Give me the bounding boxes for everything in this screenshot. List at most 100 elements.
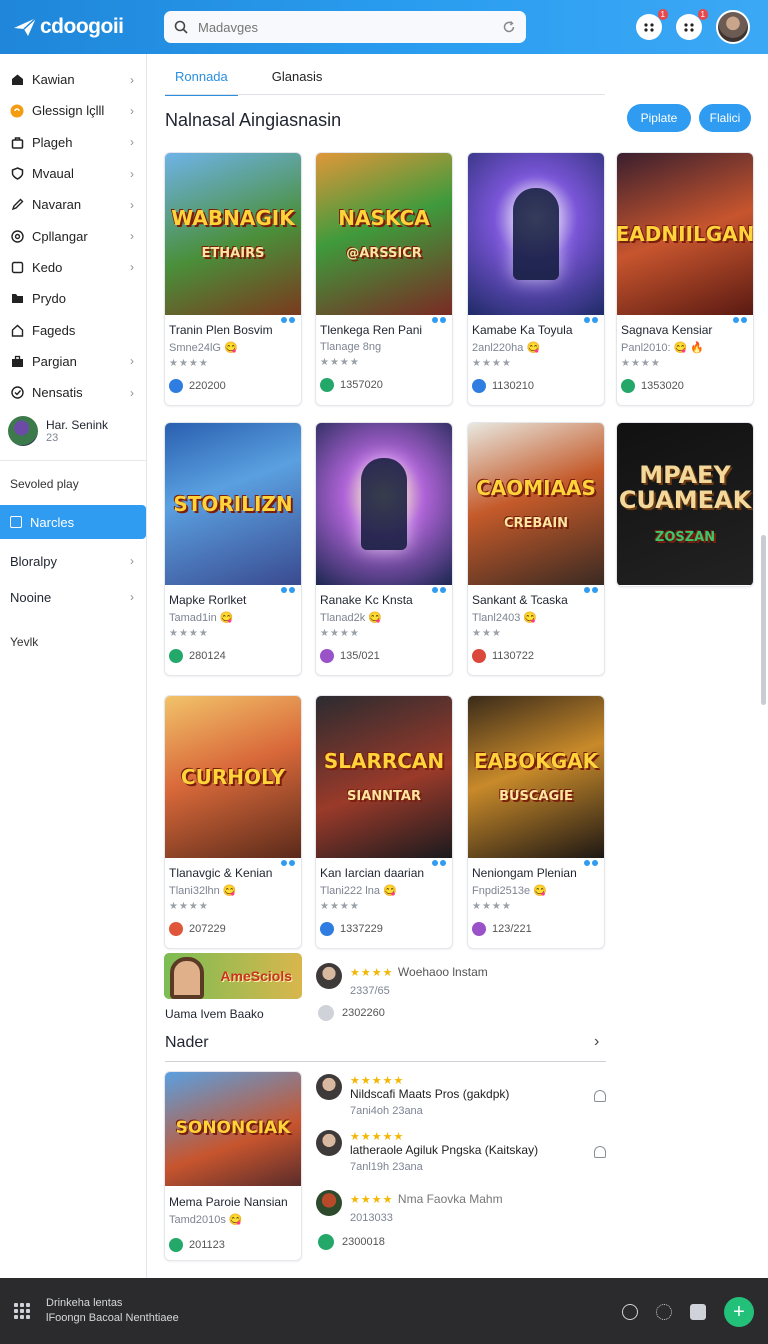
review-count: 2300018 bbox=[318, 1234, 385, 1250]
game-footer: 207229 bbox=[165, 912, 301, 944]
sidebar-item-kedo[interactable]: Kedo › bbox=[0, 252, 146, 283]
clock-icon[interactable] bbox=[622, 1304, 638, 1320]
bell-icon[interactable] bbox=[594, 1090, 606, 1102]
bell-icon[interactable] bbox=[594, 1146, 606, 1158]
sidebar-item-nensatis[interactable]: Nensatis › bbox=[0, 377, 146, 408]
game-art-title: NASKCA bbox=[338, 205, 430, 230]
review-item[interactable]: ★★★★★ latheraole Agiluk Pngska (Kaitskay… bbox=[316, 1130, 538, 1173]
sidebar-item-label: Cpllangar bbox=[32, 228, 88, 244]
sidebar-item-navaran[interactable]: Navaran › bbox=[0, 189, 146, 220]
review-count: 2302260 bbox=[318, 1005, 385, 1021]
messages-button[interactable]: 1 bbox=[676, 9, 708, 40]
sidebar: Kawian › Glessign lçlll › Plageh › Mvaua… bbox=[0, 54, 147, 1278]
game-subtitle: 2anl220ha 😋 bbox=[472, 342, 541, 354]
reviewer-avatar bbox=[316, 1190, 342, 1216]
rating-stars: ★★★★ bbox=[621, 358, 661, 369]
sidebar-item-mvaual[interactable]: Mvaual › bbox=[0, 158, 146, 189]
app-logo[interactable]: cdoogoii bbox=[12, 15, 162, 39]
rating-stars: ★★★★ bbox=[350, 1194, 394, 1206]
chat-icon bbox=[684, 23, 694, 32]
sidebar-item-bloralpy[interactable]: Bloralpy › bbox=[0, 543, 146, 579]
add-button[interactable]: + bbox=[724, 1297, 754, 1327]
messages-badge: 1 bbox=[697, 9, 708, 20]
game-card[interactable]: CURHOLY Tlanavgic & Kenian Tlani32lhn 😋 ★★★… bbox=[164, 695, 302, 949]
sidebar-item-pargian[interactable]: Pargian › bbox=[0, 346, 146, 377]
search-input[interactable] bbox=[198, 19, 502, 35]
bag-icon bbox=[10, 135, 24, 149]
promo-banner[interactable]: AmeSciols bbox=[164, 953, 302, 999]
review-sub: 7anl19h 23ana bbox=[350, 1161, 423, 1173]
platform-badge bbox=[733, 317, 747, 323]
game-art: EABOKGAK BUSCAGIE bbox=[468, 696, 604, 858]
sidebar-item-glessign[interactable]: Glessign lçlll › bbox=[0, 95, 146, 126]
briefcase-icon bbox=[10, 354, 24, 368]
apps-grid-icon[interactable] bbox=[14, 1303, 30, 1319]
review-item[interactable]: ★★★★ Woehaoo lnstam 2337/65 bbox=[316, 963, 488, 997]
game-card[interactable]: SLARRCAN SIANNTAR Kan Iarcian daarian Tlani… bbox=[315, 695, 453, 949]
rating-stars: ★★★★ bbox=[169, 628, 209, 639]
sidebar-item-active[interactable]: Narcles bbox=[0, 505, 146, 540]
section-title: Nader bbox=[165, 1034, 209, 1051]
sidebar-item-fageds[interactable]: Fageds bbox=[0, 314, 146, 345]
tab-ronnada[interactable]: Ronnada bbox=[165, 64, 238, 96]
tabs-divider bbox=[165, 94, 605, 95]
chevron-right-icon: › bbox=[130, 103, 134, 118]
game-subtitle: Panl2010: 😋 🔥 bbox=[621, 342, 705, 354]
platform-badge bbox=[584, 860, 598, 866]
review-item[interactable]: ★★★★★ Nildscafi Maats Pros (gakdpk) 7ani… bbox=[316, 1074, 509, 1117]
chevron-right-icon[interactable]: › bbox=[594, 1033, 599, 1051]
game-count: 1130722 bbox=[492, 650, 535, 662]
game-card[interactable]: EABOKGAK BUSCAGIE Neniongam Plenian Fnpdi25… bbox=[467, 695, 605, 949]
game-card[interactable]: Ranake Kc Knsta Tlanad2k 😋 ★★★★ 135/021 bbox=[315, 422, 453, 676]
sidebar-item-plageh[interactable]: Plageh › bbox=[0, 127, 146, 158]
settings-icon[interactable] bbox=[656, 1304, 672, 1320]
platform-badge bbox=[432, 587, 446, 593]
game-footer: 280124 bbox=[165, 639, 301, 671]
platform-badge bbox=[584, 317, 598, 323]
game-card[interactable]: STORILIZN Mapke Rorlket Tamad1in 😋 ★★★★ 2801… bbox=[164, 422, 302, 676]
refresh-icon[interactable] bbox=[502, 20, 516, 34]
rating-stars: ★★★★ bbox=[472, 358, 512, 369]
calendar-icon[interactable] bbox=[690, 1304, 706, 1320]
secondary-button[interactable]: Flalici bbox=[699, 104, 751, 132]
game-art bbox=[468, 153, 604, 315]
user-sub: 23 bbox=[46, 432, 59, 445]
game-count: 1130210 bbox=[492, 380, 535, 392]
game-card[interactable]: CAOMIAAS CREBAIN Sankant & Tcaska Tlanl2403… bbox=[467, 422, 605, 676]
gamepad-notification-button[interactable]: 1 bbox=[636, 9, 668, 40]
rating-stars: ★★★★ bbox=[320, 357, 360, 368]
sidebar-user[interactable]: Har. Senink 23 bbox=[0, 408, 146, 454]
game-footer: 1130722 bbox=[468, 639, 604, 671]
sidebar-footer-label[interactable]: Yevlk bbox=[0, 625, 146, 659]
sidebar-item-kawian[interactable]: Kawian › bbox=[0, 64, 146, 95]
game-character bbox=[361, 458, 407, 550]
tab-glanasis[interactable]: Glanasis bbox=[262, 64, 333, 96]
sidebar-item-nooine[interactable]: Nooine › bbox=[0, 579, 146, 615]
sidebar-item-prydo[interactable]: Prydo bbox=[0, 283, 146, 314]
game-card[interactable]: WABNAGIK ETHAIRS Tranin Plen Bosvim Smne24l… bbox=[164, 152, 302, 406]
featured-game-card[interactable]: SONONCIAK Mema Paroie Nansian Tamd2010s … bbox=[164, 1071, 302, 1261]
game-card[interactable]: Kamabe Ka Toyula 2anl220ha 😋 ★★★★ 1130210 bbox=[467, 152, 605, 406]
game-art: SLARRCAN SIANNTAR bbox=[316, 696, 452, 858]
scrollbar[interactable] bbox=[761, 535, 766, 705]
platform-badge bbox=[281, 317, 295, 323]
search-bar[interactable] bbox=[164, 11, 526, 43]
user-avatar[interactable] bbox=[716, 10, 750, 44]
reviewer-avatar bbox=[316, 1130, 342, 1156]
review-item[interactable]: ★★★★ Nma Faovka Mahm 2013033 bbox=[316, 1190, 503, 1224]
sidebar-item-cpllangar[interactable]: Cpllangar › bbox=[0, 220, 146, 251]
coin-icon bbox=[10, 104, 24, 118]
rating-stars: ★★★★ bbox=[169, 901, 209, 912]
search-icon bbox=[174, 20, 188, 34]
game-card[interactable]: NASKCA @ARSSICR Tlenkega Ren Pani Tlanage 8… bbox=[315, 152, 453, 406]
game-art: CAOMIAAS CREBAIN bbox=[468, 423, 604, 585]
review-count-value: 2300018 bbox=[342, 1236, 385, 1248]
game-subtitle: Tlanad2k 😋 bbox=[320, 612, 383, 624]
user-avatar bbox=[8, 416, 38, 447]
game-art-title: CURHOLY bbox=[180, 764, 286, 789]
game-card[interactable]: EADNIILGAN Sagnava Kensiar Panl2010: 😋 🔥 ★★… bbox=[616, 152, 754, 406]
game-card[interactable]: MPAEY CUAMEAK ZOSZAN bbox=[616, 422, 754, 587]
review-name: Woehaoo lnstam bbox=[397, 965, 488, 979]
game-subtitle: Smne24lG 😋 bbox=[169, 342, 238, 354]
primary-button[interactable]: Piplate bbox=[627, 104, 691, 132]
